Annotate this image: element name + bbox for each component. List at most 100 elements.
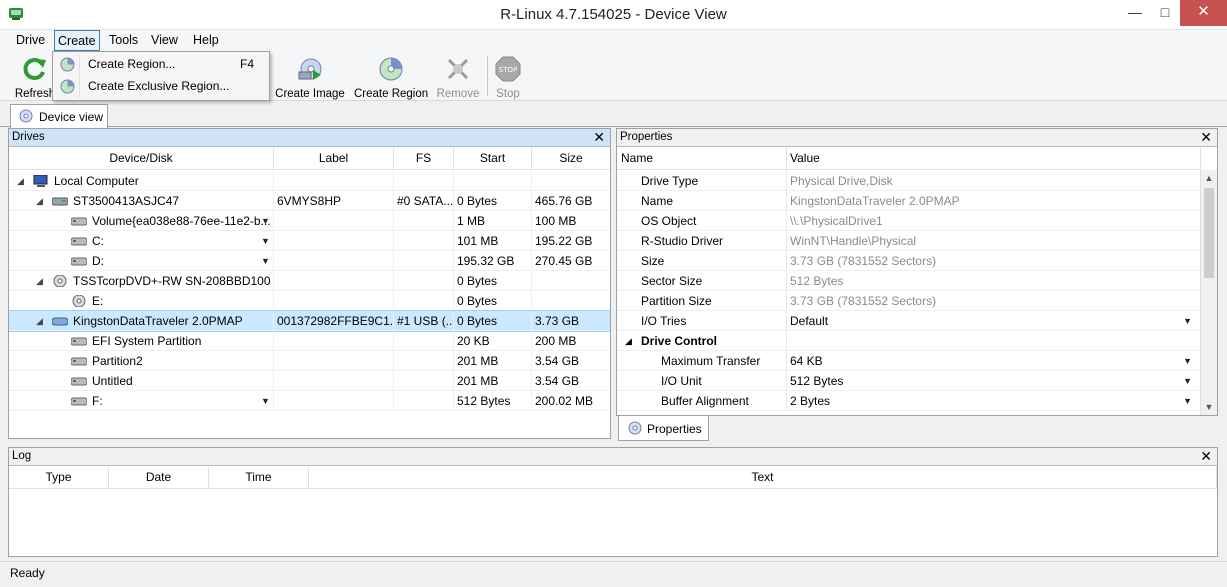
property-value-cell: Physical Drive,Disk bbox=[788, 171, 1200, 191]
column-device[interactable]: Device/Disk bbox=[9, 148, 274, 170]
dropdown-arrow-icon[interactable]: ▼ bbox=[261, 211, 270, 230]
tab-properties[interactable]: Properties bbox=[618, 416, 709, 441]
column-start[interactable]: Start bbox=[454, 148, 532, 170]
device-name: TSSTcorpDVD+-RW SN-208BBD100 bbox=[73, 274, 271, 288]
property-row[interactable]: R-Studio Driver WinNT\Handle\Physical bbox=[617, 231, 1201, 251]
table-row[interactable]: E: 0 Bytes bbox=[9, 291, 610, 311]
table-row[interactable]: D: ▼ 195.32 GB 270.45 GB bbox=[9, 251, 610, 271]
dvd-icon bbox=[72, 295, 86, 307]
table-row[interactable]: ◢ KingstonDataTraveler 2.0PMAP 001372982FF… bbox=[9, 310, 610, 332]
column-name[interactable]: Name bbox=[617, 148, 787, 170]
log-panel-header: Log ✕ bbox=[9, 448, 1217, 466]
label-cell bbox=[274, 351, 394, 371]
label-cell bbox=[274, 291, 394, 311]
table-row[interactable]: C: ▼ 101 MB 195.22 GB bbox=[9, 231, 610, 251]
dropdown-arrow-icon[interactable]: ▼ bbox=[1183, 391, 1192, 411]
property-row[interactable]: Buffer Alignment 2 Bytes ▼ bbox=[617, 391, 1201, 411]
dropdown-arrow-icon[interactable]: ▼ bbox=[1183, 351, 1192, 371]
create-exclusive-region-icon bbox=[60, 79, 75, 94]
menu-create[interactable]: Create bbox=[54, 30, 100, 51]
dropdown-arrow-icon[interactable]: ▼ bbox=[261, 391, 270, 410]
table-row[interactable]: F: ▼ 512 Bytes 200.02 MB bbox=[9, 391, 610, 411]
menu-item-create-region[interactable]: Create Region... F4 bbox=[55, 54, 267, 75]
start-cell: 201 MB bbox=[454, 371, 532, 391]
remove-button[interactable]: Remove bbox=[434, 56, 482, 100]
expand-icon[interactable]: ◢ bbox=[17, 171, 24, 190]
expand-icon[interactable]: ◢ bbox=[36, 271, 43, 290]
menu-tools[interactable]: Tools bbox=[105, 33, 142, 47]
table-row[interactable]: ◢ Local Computer bbox=[9, 171, 610, 191]
property-row[interactable]: Size 3.73 GB (7831552 Sectors) bbox=[617, 251, 1201, 271]
expand-icon[interactable]: ◢ bbox=[36, 311, 43, 330]
tab-device-view[interactable]: Device view bbox=[10, 104, 108, 128]
create-region-button[interactable]: Create Region bbox=[354, 56, 428, 100]
menu-drive[interactable]: Drive bbox=[12, 33, 49, 47]
menu-help[interactable]: Help bbox=[189, 33, 223, 47]
create-image-button[interactable]: Create Image bbox=[273, 56, 347, 100]
property-name: OS Object bbox=[641, 214, 697, 228]
table-row[interactable]: Volume{ea038e88-76ee-11e2-b... ▼ 1 MB 100 M… bbox=[9, 211, 610, 231]
table-row[interactable]: ◢ ST3500413ASJC47 6VMYS8HP #0 SATA... 0 Byte… bbox=[9, 191, 610, 211]
table-row[interactable]: EFI System Partition 20 KB 200 MB bbox=[9, 331, 610, 351]
disk-icon bbox=[52, 197, 68, 206]
property-name-cell: Maximum Transfer bbox=[617, 351, 787, 371]
property-value: 64 KB bbox=[790, 354, 823, 368]
dropdown-arrow-icon[interactable]: ▼ bbox=[1183, 311, 1192, 331]
property-row[interactable]: Name KingstonDataTraveler 2.0PMAP bbox=[617, 191, 1201, 211]
dropdown-arrow-icon[interactable]: ▼ bbox=[261, 251, 270, 270]
table-row[interactable]: ◢ TSSTcorpDVD+-RW SN-208BBD100 0 Bytes bbox=[9, 271, 610, 291]
create-menu-dropdown: Create Region... F4 Create Exclusive Reg… bbox=[52, 51, 270, 101]
maximize-icon[interactable]: □ bbox=[1150, 0, 1180, 26]
properties-scrollbar[interactable]: ▲ ▼ bbox=[1200, 170, 1217, 415]
fs-cell: #1 USB (... bbox=[394, 311, 454, 331]
column-date[interactable]: Date bbox=[109, 467, 209, 489]
dropdown-arrow-icon[interactable]: ▼ bbox=[261, 231, 270, 250]
scroll-down-icon[interactable]: ▼ bbox=[1201, 399, 1217, 415]
table-row[interactable]: Untitled 201 MB 3.54 GB bbox=[9, 371, 610, 391]
collapse-icon[interactable]: ◢ bbox=[625, 331, 632, 351]
property-name: I/O Tries bbox=[641, 314, 687, 328]
property-row[interactable]: Drive Type Physical Drive,Disk bbox=[617, 171, 1201, 191]
stop-button[interactable]: STOP Stop bbox=[490, 56, 526, 100]
property-value: \\.\PhysicalDrive1 bbox=[790, 214, 883, 228]
property-value-cell[interactable]: 512 Bytes ▼ bbox=[788, 371, 1200, 391]
scroll-thumb[interactable] bbox=[1204, 188, 1214, 278]
property-value-cell: \\.\PhysicalDrive1 bbox=[788, 211, 1200, 231]
close-icon[interactable]: ✕ bbox=[1200, 448, 1212, 465]
property-name: I/O Unit bbox=[661, 374, 702, 388]
property-value-cell[interactable]: 2 Bytes ▼ bbox=[788, 391, 1200, 411]
scroll-up-icon[interactable]: ▲ bbox=[1201, 170, 1217, 186]
property-row[interactable]: Partition Size 3.73 GB (7831552 Sectors) bbox=[617, 291, 1201, 311]
column-type[interactable]: Type bbox=[9, 467, 109, 489]
column-text[interactable]: Text bbox=[309, 467, 1217, 489]
column-value[interactable]: Value bbox=[787, 148, 1201, 170]
property-row[interactable]: Sector Size 512 Bytes bbox=[617, 271, 1201, 291]
title-bar: R-Linux 4.7.154025 - Device View — □ ✕ bbox=[0, 0, 1227, 30]
property-row[interactable]: I/O Unit 512 Bytes ▼ bbox=[617, 371, 1201, 391]
property-value: 3.73 GB (7831552 Sectors) bbox=[790, 294, 937, 308]
computer-icon bbox=[33, 175, 48, 187]
property-row[interactable]: ◢ Drive Control bbox=[617, 331, 1201, 351]
fs-cell: #0 SATA... bbox=[394, 191, 454, 211]
label-cell bbox=[274, 271, 394, 291]
close-icon[interactable]: ✕ bbox=[1200, 129, 1212, 146]
property-value-cell[interactable]: 64 KB ▼ bbox=[788, 351, 1200, 371]
column-fs[interactable]: FS bbox=[394, 148, 454, 170]
dropdown-arrow-icon[interactable]: ▼ bbox=[1183, 371, 1192, 391]
menu-view[interactable]: View bbox=[147, 33, 182, 47]
menu-item-create-exclusive-region[interactable]: Create Exclusive Region... bbox=[55, 76, 267, 97]
close-icon[interactable]: ✕ bbox=[593, 129, 605, 146]
property-row[interactable]: Maximum Transfer 64 KB ▼ bbox=[617, 351, 1201, 371]
property-name: Name bbox=[641, 194, 674, 208]
expand-icon[interactable]: ◢ bbox=[36, 191, 43, 210]
property-value-cell[interactable]: Default ▼ bbox=[788, 311, 1200, 331]
table-row[interactable]: Partition2 201 MB 3.54 GB bbox=[9, 351, 610, 371]
property-row[interactable]: OS Object \\.\PhysicalDrive1 bbox=[617, 211, 1201, 231]
window-title: R-Linux 4.7.154025 - Device View bbox=[500, 6, 727, 23]
column-label[interactable]: Label bbox=[274, 148, 394, 170]
column-time[interactable]: Time bbox=[209, 467, 309, 489]
minimize-icon[interactable]: — bbox=[1120, 0, 1150, 26]
column-size[interactable]: Size bbox=[532, 148, 610, 170]
close-icon[interactable]: ✕ bbox=[1180, 0, 1227, 26]
property-row[interactable]: I/O Tries Default ▼ bbox=[617, 311, 1201, 331]
